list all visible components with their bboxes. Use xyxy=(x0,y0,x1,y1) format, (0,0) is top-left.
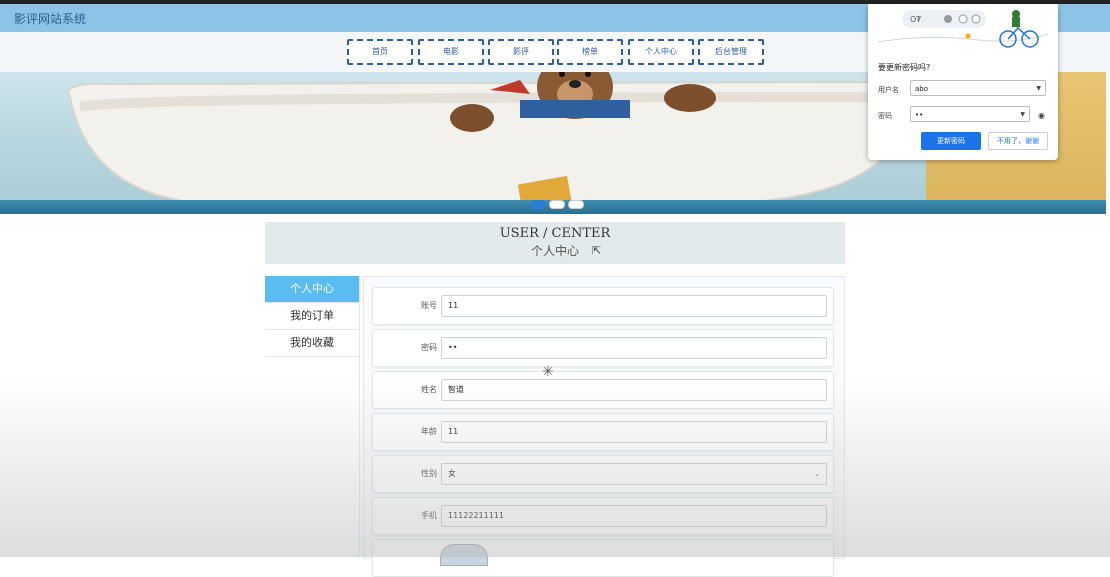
nav-item-home[interactable]: 首页 xyxy=(347,39,413,65)
carousel-dot[interactable] xyxy=(549,200,565,209)
name-label: 姓名 xyxy=(421,385,437,394)
gender-select[interactable]: 女 ⌄ xyxy=(441,463,827,485)
password-value: •• xyxy=(915,111,924,119)
update-password-button[interactable]: 更新密码 xyxy=(921,132,981,150)
no-thanks-button[interactable]: 不用了，谢谢 xyxy=(988,132,1048,150)
eye-icon[interactable]: ◉ xyxy=(1038,111,1045,120)
nav-item-user-center[interactable]: 个人中心 xyxy=(628,39,694,65)
profile-form: 账号 11 密码 •• 姓名 智道 年龄 11 性别 女 ⌄ 手机 111222… xyxy=(363,276,845,577)
form-row-age: 年龄 11 xyxy=(372,413,834,451)
password-label: 密码 xyxy=(878,112,892,120)
nav-item-reviews[interactable]: 影评 xyxy=(488,39,554,65)
chevron-down-icon: ⌄ xyxy=(814,470,820,478)
gender-value: 女 xyxy=(448,469,456,478)
age-input[interactable]: 11 xyxy=(441,421,827,443)
banner-image xyxy=(67,72,913,212)
form-row-name: 姓名 智道 xyxy=(372,371,834,409)
account-label: 账号 xyxy=(421,301,437,310)
gender-label: 性别 xyxy=(421,469,437,478)
form-row-account: 账号 11 xyxy=(372,287,834,325)
svg-text:O₮: O₮ xyxy=(910,15,922,24)
phone-input[interactable]: 11122211111 xyxy=(441,505,827,527)
chevron-down-icon: ▼ xyxy=(1036,85,1041,92)
user-center-header: USER / CENTER 个人中心 xyxy=(265,222,845,264)
form-row-phone: 手机 11122211111 xyxy=(372,497,834,535)
username-value: abo xyxy=(915,85,929,93)
nav-item-ranking[interactable]: 榜单 xyxy=(557,39,623,65)
sidebar-item-user-center[interactable]: 个人中心 xyxy=(265,276,359,303)
password-illustration: O₮ xyxy=(868,4,1058,54)
carousel-dots xyxy=(530,194,587,213)
username-select[interactable]: abo ▼ xyxy=(910,80,1046,96)
form-row-gender: 性别 女 ⌄ xyxy=(372,455,834,493)
loading-spinner-icon: ✳ xyxy=(542,364,554,380)
user-sidebar: 个人中心 我的订单 我的收藏 xyxy=(265,276,360,557)
sidebar-item-my-orders[interactable]: 我的订单 xyxy=(265,303,359,330)
password-select[interactable]: •• ▼ xyxy=(910,106,1030,122)
carousel-dot[interactable] xyxy=(568,200,584,209)
nav-item-admin[interactable]: 后台管理 xyxy=(698,39,764,65)
password-input[interactable]: •• xyxy=(441,337,827,359)
name-input[interactable]: 智道 xyxy=(441,379,827,401)
age-label: 年龄 xyxy=(421,427,437,436)
chevron-down-icon: ▼ xyxy=(1020,111,1025,118)
form-row-password: 密码 •• xyxy=(372,329,834,367)
account-input[interactable]: 11 xyxy=(441,295,827,317)
nav-item-movies[interactable]: 电影 xyxy=(418,39,484,65)
username-label: 用户名 xyxy=(878,86,899,94)
site-title: 影评网站系统 xyxy=(14,12,87,26)
phone-label: 手机 xyxy=(421,511,437,520)
header-title-cn: 个人中心 xyxy=(530,244,579,258)
mouse-cursor-icon: ⇱ xyxy=(592,244,602,257)
save-password-popup: O₮ 要更新密码吗? 用户名 abo ▼ 密码 •• ▼ ◉ 更新密码 不用了，… xyxy=(868,4,1058,160)
sidebar-item-my-favorites[interactable]: 我的收藏 xyxy=(265,330,359,357)
popup-title: 要更新密码吗? xyxy=(878,63,931,72)
avatar[interactable] xyxy=(440,544,488,566)
carousel-dot[interactable] xyxy=(530,200,546,209)
password-label: 密码 xyxy=(421,343,437,352)
header-title-en: USER / CENTER xyxy=(499,226,611,241)
